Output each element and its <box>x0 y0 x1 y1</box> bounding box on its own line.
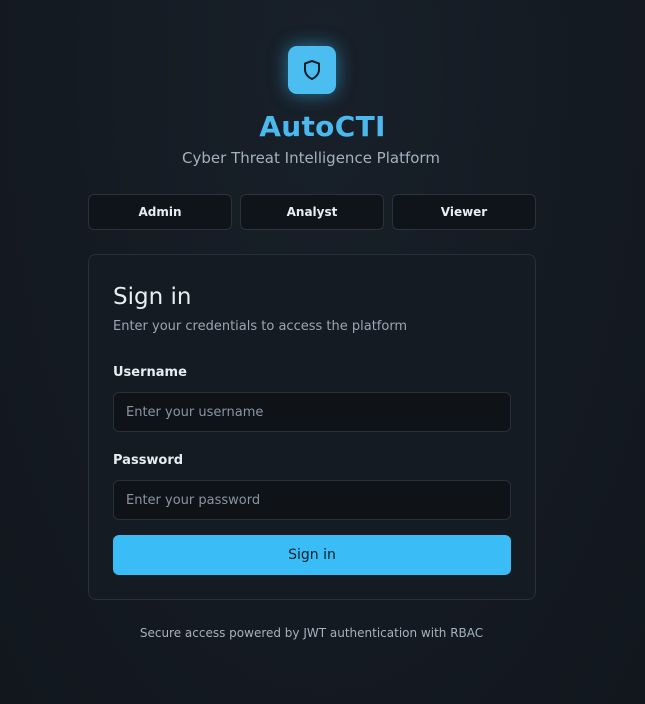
role-admin-button[interactable]: Admin <box>88 194 232 230</box>
password-label: Password <box>113 453 184 468</box>
login-page: AutoCTI Cyber Threat Intelligence Platfo… <box>0 0 645 704</box>
username-input[interactable] <box>113 392 511 432</box>
role-analyst-button[interactable]: Analyst <box>240 194 384 230</box>
role-viewer-button[interactable]: Viewer <box>392 194 536 230</box>
role-selector: Admin Analyst Viewer <box>88 194 536 230</box>
sign-in-description: Enter your credentials to access the pla… <box>113 319 408 334</box>
password-input[interactable] <box>113 480 511 520</box>
shield-icon <box>304 60 320 80</box>
footer-note: Secure access powered by JWT authenticat… <box>139 626 484 640</box>
app-subtitle: Cyber Threat Intelligence Platform <box>182 149 440 167</box>
sign-in-heading: Sign in <box>113 284 192 310</box>
app-title: AutoCTI <box>259 110 386 143</box>
sign-in-button[interactable]: Sign in <box>113 535 511 575</box>
sign-in-card: Sign in Enter your credentials to access… <box>88 254 536 600</box>
username-label: Username <box>113 365 187 380</box>
app-logo <box>288 46 336 94</box>
